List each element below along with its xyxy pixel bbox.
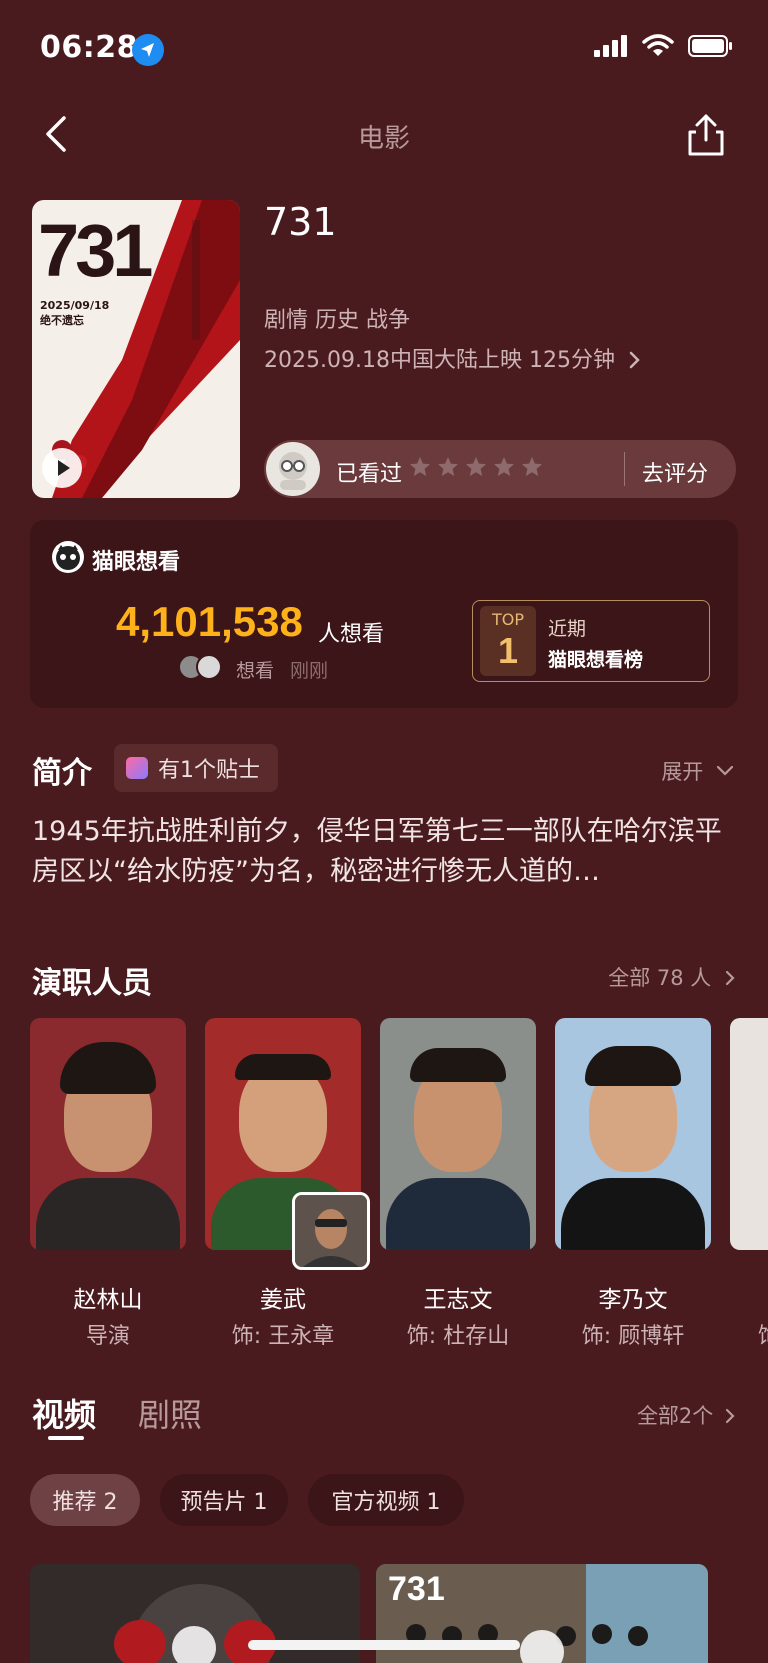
play-icon bbox=[58, 460, 70, 476]
rate-button[interactable]: 去评分 bbox=[642, 456, 708, 488]
cast-name: 赵林山 bbox=[73, 1287, 143, 1313]
chevron-right-icon bbox=[629, 351, 640, 369]
movie-genres: 剧情 历史 战争 bbox=[264, 308, 410, 333]
poster-date-line1: 2025/09/18 bbox=[40, 299, 110, 312]
chip-trailer[interactable]: 预告片 1 bbox=[160, 1474, 288, 1526]
user-avatar bbox=[266, 442, 320, 496]
location-arrow-icon bbox=[132, 34, 164, 66]
tab-photos[interactable]: 剧照 bbox=[138, 1390, 202, 1436]
video-all-label: 全部2个 bbox=[636, 1404, 714, 1428]
rank-list-name: 猫眼想看榜 bbox=[548, 649, 644, 671]
movie-poster[interactable]: 731 2025/09/18 绝不遗忘 bbox=[32, 200, 240, 498]
poster-play-button[interactable] bbox=[42, 448, 82, 488]
star-icon[interactable] bbox=[464, 455, 488, 479]
release-text: 2025.09.18中国大陆上映 125分钟 bbox=[264, 348, 615, 373]
expand-label: 展开 bbox=[661, 760, 704, 784]
tab-video[interactable]: 视频 bbox=[32, 1390, 96, 1436]
want-unit: 人想看 bbox=[318, 622, 385, 647]
cast-role-partial: 饰 bbox=[758, 1318, 768, 1350]
signal-icon bbox=[594, 35, 627, 57]
want-who: 想看 bbox=[236, 660, 275, 682]
video-all-button[interactable]: 全部2个 bbox=[637, 1400, 736, 1430]
cast-title: 演职人员 bbox=[32, 966, 152, 1001]
battery-icon bbox=[688, 35, 732, 57]
poster-date-line2: 绝不遗忘 bbox=[40, 314, 84, 327]
cast-photo[interactable] bbox=[380, 1018, 536, 1250]
star-rating[interactable] bbox=[408, 455, 544, 479]
poster-date: 2025/09/18 绝不遗忘 bbox=[40, 298, 109, 328]
play-button[interactable] bbox=[172, 1626, 216, 1663]
poster-title: 731 bbox=[38, 209, 153, 292]
want-count: 4,101,538 bbox=[116, 598, 303, 645]
cast-photo[interactable] bbox=[30, 1018, 186, 1250]
cast-role: 饰: 顾博轩 bbox=[581, 1324, 685, 1349]
cast-body bbox=[386, 1178, 530, 1250]
tips-button[interactable]: 有1个贴士 bbox=[114, 744, 278, 792]
tab-indicator bbox=[48, 1436, 84, 1440]
chip-official-video[interactable]: 官方视频 1 bbox=[308, 1474, 464, 1526]
cast-photo-partial[interactable] bbox=[730, 1018, 768, 1250]
expand-button[interactable]: 展开 bbox=[661, 756, 734, 786]
cast-all-label: 全部 78 人 bbox=[608, 966, 712, 990]
cast-role: 饰: 王永章 bbox=[231, 1324, 335, 1349]
star-icon[interactable] bbox=[492, 455, 516, 479]
status-time: 06:28 bbox=[40, 30, 138, 65]
cast-role: 导演 bbox=[85, 1324, 130, 1349]
chip-recommended[interactable]: 推荐 2 bbox=[30, 1474, 140, 1526]
want-card-title: 猫眼想看 bbox=[92, 550, 181, 575]
cast-role: 饰: 杜存山 bbox=[406, 1324, 510, 1349]
rank-number: 1 bbox=[497, 630, 519, 671]
character-thumbnail[interactable] bbox=[292, 1192, 370, 1270]
want-time: 刚刚 bbox=[290, 660, 329, 682]
tips-icon bbox=[126, 757, 148, 779]
cast-hair bbox=[60, 1042, 156, 1094]
mini-avatar bbox=[196, 654, 222, 680]
recent-users bbox=[178, 654, 222, 680]
chevron-right-icon bbox=[725, 970, 735, 986]
star-icon[interactable] bbox=[408, 455, 432, 479]
cast-body bbox=[561, 1178, 705, 1250]
star-icon[interactable] bbox=[436, 455, 460, 479]
tips-label: 有1个贴士 bbox=[158, 758, 260, 783]
cast-hair bbox=[235, 1054, 331, 1080]
intro-text: 1945年抗战胜利前夕，侵华日军第七三一部队在哈尔滨平房区以“给水防疫”为名，秘… bbox=[32, 816, 722, 887]
intro-title: 简介 bbox=[32, 756, 92, 791]
cast-hair bbox=[410, 1048, 506, 1082]
chevron-right-icon bbox=[725, 1408, 735, 1424]
cast-hair bbox=[585, 1046, 681, 1086]
page-title: 电影 bbox=[357, 124, 410, 154]
cast-body bbox=[36, 1178, 180, 1250]
rank-top-label: TOP bbox=[491, 610, 524, 629]
divider bbox=[624, 452, 625, 486]
movie-title: 731 bbox=[264, 200, 337, 244]
cast-all-button[interactable]: 全部 78 人 bbox=[608, 962, 736, 992]
cast-name: 李乃文 bbox=[598, 1287, 668, 1313]
cast-photo[interactable] bbox=[555, 1018, 711, 1250]
home-indicator[interactable] bbox=[248, 1640, 520, 1650]
cast-name: 姜武 bbox=[260, 1287, 306, 1313]
star-icon[interactable] bbox=[520, 455, 544, 479]
wifi-icon bbox=[642, 34, 674, 56]
status-icons bbox=[594, 34, 734, 58]
rank-period: 近期 bbox=[548, 618, 587, 640]
maoyan-cat-icon bbox=[52, 541, 84, 573]
release-info[interactable]: 2025.09.18中国大陆上映 125分钟 bbox=[264, 342, 642, 374]
thumbnail-title: 731 bbox=[388, 1570, 445, 1608]
seen-label[interactable]: 已看过 bbox=[336, 456, 402, 488]
share-button[interactable] bbox=[684, 112, 728, 158]
chevron-down-icon bbox=[716, 765, 734, 776]
share-icon bbox=[688, 114, 724, 156]
cast-name: 王志文 bbox=[423, 1287, 493, 1313]
